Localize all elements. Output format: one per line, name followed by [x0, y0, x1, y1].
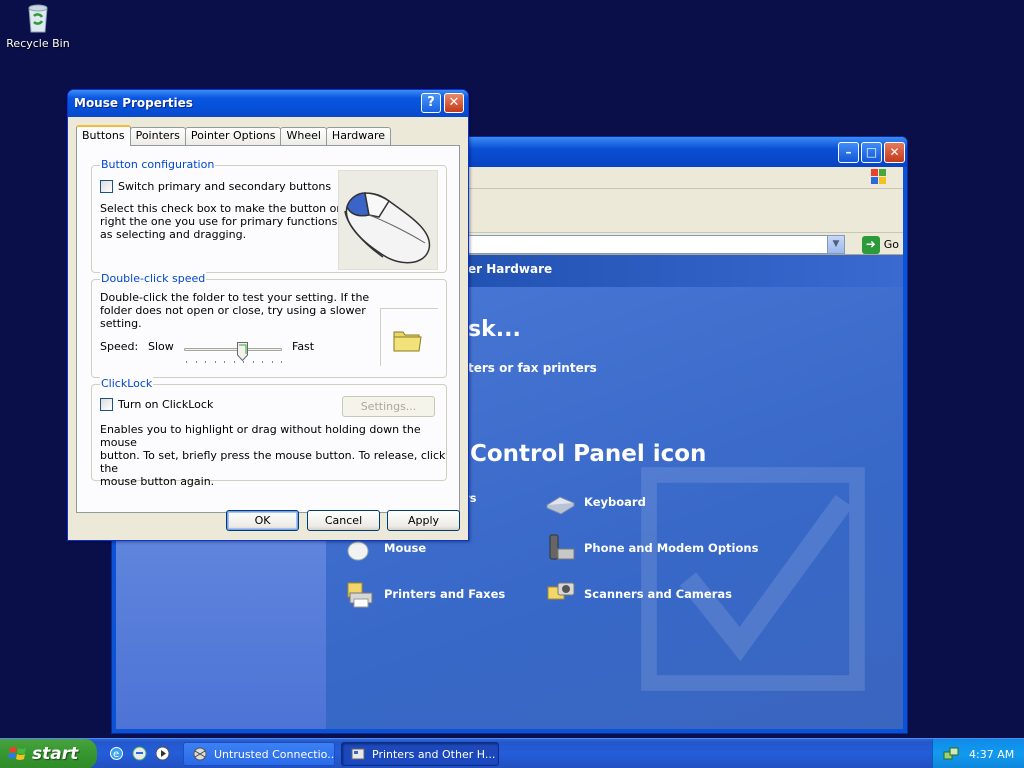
cp-item-phone-modem[interactable]: Phone and Modem Options [544, 533, 758, 563]
slider-thumb[interactable] [237, 342, 249, 362]
desc-line: Double-click the folder to test your set… [100, 291, 370, 304]
ok-button[interactable]: OK [226, 510, 299, 531]
desc-line: Enables you to highlight or drag without… [100, 423, 421, 449]
help-button[interactable]: ? [421, 93, 441, 113]
windows-flag-icon [8, 747, 26, 760]
double-click-speed-label: Double-click speed [100, 272, 207, 285]
minimize-button[interactable]: – [838, 142, 859, 163]
control-panel-icon [351, 748, 365, 760]
dialog-title: Mouse Properties [74, 96, 193, 110]
internet-explorer-icon[interactable]: e [108, 745, 125, 762]
cp-item-printers-faxes[interactable]: Printers and Faxes [344, 579, 505, 609]
buttons-tab-page: Button configuration Switch primary and … [76, 145, 460, 513]
test-folder-area[interactable] [380, 308, 438, 366]
speed-label: Speed: [100, 340, 139, 353]
clicklock-settings-button[interactable]: Settings... [342, 396, 435, 417]
double-click-speed-group: Double-click speed Double-click the fold… [91, 272, 447, 378]
desc-line: as selecting and dragging. [100, 228, 247, 241]
recycle-bin-label: Recycle Bin [6, 37, 70, 50]
switch-buttons-checkbox-row[interactable]: Switch primary and secondary buttons [100, 180, 331, 193]
mouse-buttons-icon [344, 192, 431, 264]
clicklock-checkbox-row[interactable]: Turn on ClickLock [100, 398, 213, 411]
dialog-title-bar[interactable]: Mouse Properties ? ✕ [68, 90, 468, 117]
clicklock-checkbox-label: Turn on ClickLock [118, 398, 214, 411]
taskbar-item-printers-hardware[interactable]: Printers and Other H... [341, 742, 499, 766]
printer-icon [347, 582, 373, 608]
start-label: start [32, 744, 79, 764]
tab-wheel[interactable]: Wheel [280, 127, 327, 145]
clicklock-label: ClickLock [100, 377, 154, 390]
desc-line: right the one you use for primary functi… [100, 215, 367, 228]
outlook-express-icon[interactable] [131, 745, 148, 762]
go-button[interactable]: ➜ Go [861, 235, 899, 254]
cp-item-scanners-cameras-label: Scanners and Cameras [584, 587, 732, 601]
clicklock-checkbox[interactable] [100, 398, 113, 411]
double-click-description: Double-click the folder to test your set… [100, 291, 369, 330]
go-label: Go [883, 238, 899, 251]
tab-strip: Buttons Pointers Pointer Options Wheel H… [76, 125, 392, 146]
mouse-preview [338, 170, 438, 270]
slow-label: Slow [148, 340, 174, 353]
windows-logo-icon [869, 168, 897, 188]
cp-item-scanners-cameras[interactable]: Scanners and Cameras [544, 579, 732, 609]
switch-buttons-label: Switch primary and secondary buttons [118, 180, 332, 193]
cp-item-keyboard[interactable]: Keyboard [544, 487, 646, 517]
cp-item-phone-modem-label: Phone and Modem Options [584, 541, 759, 555]
slider-ticks [186, 361, 282, 364]
network-connections-tray-icon[interactable] [943, 746, 959, 762]
folder-icon [393, 331, 422, 352]
button-configuration-label: Button configuration [100, 158, 216, 171]
system-tray: 4:37 AM [932, 739, 1024, 768]
start-button[interactable]: start [0, 739, 97, 768]
apply-button[interactable]: Apply [387, 510, 460, 531]
scanner-camera-icon [547, 582, 575, 600]
recycle-bin-desktop-icon[interactable]: Recycle Bin [6, 2, 70, 50]
svg-text:e: e [113, 749, 119, 760]
keyboard-icon [545, 496, 576, 515]
pick-icon-heading: Control Panel icon [470, 441, 707, 467]
desc-line: mouse button again. [100, 475, 215, 488]
cp-item-printers-faxes-label: Printers and Faxes [384, 587, 506, 601]
quick-launch: e [108, 745, 171, 762]
network-icon [193, 747, 207, 761]
taskbar: start e Untrusted Connectio... Printers … [0, 738, 1024, 768]
cancel-button[interactable]: Cancel [307, 510, 380, 531]
desc-line: button. To set, briefly press the mouse … [100, 449, 446, 475]
clock[interactable]: 4:37 AM [969, 748, 1014, 761]
desc-line: folder does not open or close, try using… [100, 304, 366, 317]
close-button[interactable]: ✕ [884, 142, 905, 163]
double-click-speed-slider[interactable] [184, 342, 282, 362]
phone-icon [549, 534, 575, 560]
recycle-bin-icon [22, 2, 54, 34]
taskbar-item-untrusted-connection[interactable]: Untrusted Connectio... [183, 742, 335, 766]
desc-line: setting. [100, 317, 142, 330]
fast-label: Fast [292, 340, 315, 353]
tab-pointers[interactable]: Pointers [129, 127, 186, 145]
taskbar-item-label: Printers and Other H... [372, 747, 496, 761]
clicklock-description: Enables you to highlight or drag without… [100, 423, 446, 488]
cp-item-mouse-label: Mouse [384, 541, 427, 555]
task-link-printers[interactable]: ters or fax printers [468, 361, 597, 375]
header-title: er Hardware [468, 262, 553, 276]
taskbar-item-label: Untrusted Connectio... [214, 747, 335, 761]
desc-line: Select this check box to make the button… [100, 202, 365, 215]
tab-buttons[interactable]: Buttons [76, 125, 131, 146]
tab-hardware[interactable]: Hardware [325, 127, 392, 145]
button-configuration-description: Select this check box to make the button… [100, 202, 367, 241]
mouse-properties-dialog[interactable]: Mouse Properties ? ✕ Buttons Pointers Po… [67, 89, 469, 541]
dialog-close-button[interactable]: ✕ [444, 93, 464, 113]
media-player-icon[interactable] [154, 745, 171, 762]
button-configuration-group: Button configuration Switch primary and … [91, 158, 447, 273]
pick-task-heading: sk... [468, 317, 521, 342]
clicklock-group: ClickLock Turn on ClickLock Settings... … [91, 377, 447, 488]
chevron-down-icon[interactable]: ▼ [827, 236, 844, 253]
go-arrow-icon: ➜ [861, 235, 880, 254]
switch-buttons-checkbox[interactable] [100, 180, 113, 193]
cp-item-keyboard-label: Keyboard [584, 495, 646, 509]
tab-pointer-options[interactable]: Pointer Options [184, 127, 282, 145]
dialog-body: Buttons Pointers Pointer Options Wheel H… [71, 117, 465, 537]
maximize-button[interactable]: □ [861, 142, 882, 163]
